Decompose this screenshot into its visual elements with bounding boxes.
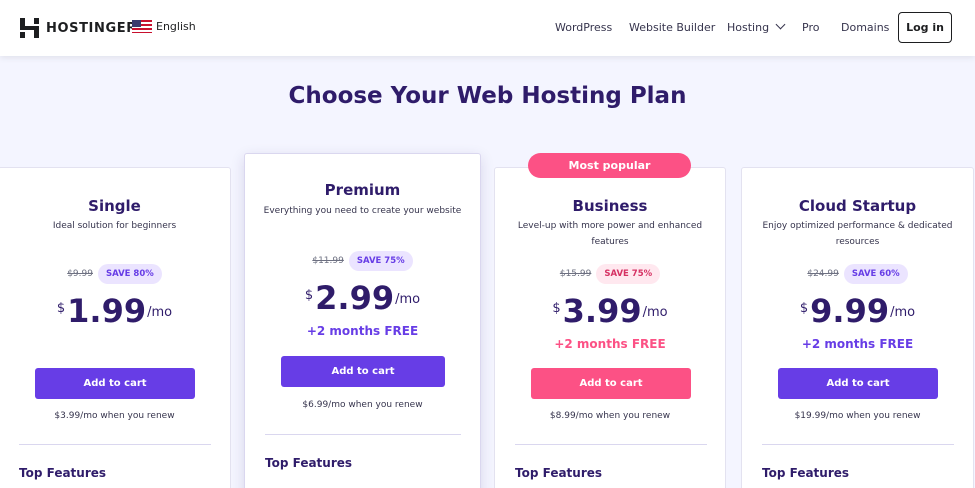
add-to-cart-button[interactable]: Add to cart — [778, 368, 938, 399]
add-to-cart-button[interactable]: Add to cart — [35, 368, 195, 399]
price-period: /mo — [147, 305, 173, 320]
plan-description-line: Enjoy optimized performance & dedicated — [762, 221, 953, 231]
price: $ 9.99 /mo — [742, 294, 973, 328]
bonus-months: +2 months FREE — [306, 324, 419, 338]
nav-pro[interactable]: Pro — [802, 21, 819, 34]
top-features-heading: Top Features — [762, 466, 850, 480]
price-amount: 1.99 — [67, 292, 147, 330]
nav-website-builder[interactable]: Website Builder — [629, 21, 715, 34]
add-to-cart-button[interactable]: Add to cart — [531, 368, 691, 399]
language-label: English — [156, 20, 196, 33]
page-title: Choose Your Web Hosting Plan — [288, 83, 687, 109]
renew-price: $8.99/mo when you renew — [549, 411, 671, 421]
top-features-heading: Top Features — [19, 466, 107, 480]
chevron-down-icon — [775, 19, 786, 30]
site-header: HOSTINGER English WordPress Website Buil… — [0, 0, 975, 56]
old-price: $15.99 — [559, 269, 592, 279]
save-badge: SAVE 75% — [596, 264, 661, 284]
price-amount: 3.99 — [562, 292, 642, 330]
renew-price: $19.99/mo when you renew — [794, 411, 921, 421]
price-amount: 9.99 — [810, 292, 890, 330]
price-period: /mo — [642, 305, 668, 320]
plan-description: Level-up with more power and enhanced fe… — [509, 218, 711, 250]
old-price: $11.99 — [312, 256, 344, 266]
price-currency: $ — [304, 288, 314, 303]
nav-hosting-label: Hosting — [727, 21, 770, 34]
plan-description: Enjoy optimized performance & dedicated … — [756, 218, 959, 250]
price-period: /mo — [890, 305, 916, 320]
plan-card-cloud-startup: Cloud Startup Enjoy optimized performanc… — [741, 167, 974, 488]
price-period: /mo — [395, 292, 421, 307]
plan-name: Premium — [324, 181, 401, 199]
plan-description-line: resources — [835, 237, 880, 247]
divider — [265, 434, 461, 435]
save-badge: SAVE 80% — [97, 264, 162, 284]
divider — [19, 444, 211, 445]
old-price: $9.99 — [67, 269, 93, 279]
plan-description: Ideal solution for beginners — [13, 218, 216, 234]
login-button[interactable]: Log in — [898, 12, 952, 43]
plan-description: Everything you need to create your websi… — [259, 203, 466, 219]
plan-description-line: Level-up with more power and enhanced — [517, 221, 703, 231]
price: $ 2.99 /mo — [245, 281, 480, 315]
plan-name: Cloud Startup — [798, 197, 917, 215]
plan-card-business: Business Level-up with more power and en… — [494, 167, 726, 488]
top-features-heading: Top Features — [515, 466, 603, 480]
plan-description-line: Everything you need to create your websi… — [263, 206, 462, 216]
renew-price: $3.99/mo when you renew — [54, 411, 175, 421]
divider — [762, 444, 954, 445]
price-amount: 2.99 — [315, 279, 395, 317]
bonus-months: +2 months FREE — [554, 337, 666, 351]
plan-card-premium: Premium Everything you need to create yo… — [244, 153, 481, 488]
add-to-cart-button[interactable]: Add to cart — [281, 356, 445, 387]
discount-row: $24.99 SAVE 60% — [742, 264, 973, 284]
logo[interactable]: HOSTINGER — [20, 18, 137, 38]
old-price: $24.99 — [807, 269, 839, 279]
divider — [515, 444, 707, 445]
price: $ 1.99 /mo — [0, 294, 230, 328]
price-currency: $ — [799, 301, 809, 316]
nav-hosting[interactable]: Hosting — [727, 19, 786, 34]
discount-row: $9.99 SAVE 80% — [0, 264, 230, 284]
plan-name: Business — [572, 197, 648, 215]
top-features-heading: Top Features — [265, 456, 353, 470]
logo-text: HOSTINGER — [46, 20, 137, 36]
save-badge: SAVE 60% — [843, 264, 908, 284]
save-badge: SAVE 75% — [348, 251, 413, 271]
most-popular-badge: Most popular — [528, 153, 691, 178]
plan-card-single: Single Ideal solution for beginners $9.9… — [0, 167, 231, 488]
language-selector[interactable]: English — [132, 20, 196, 33]
discount-row: $11.99 SAVE 75% — [245, 251, 480, 271]
discount-row: $15.99 SAVE 75% — [495, 264, 725, 284]
nav-domains[interactable]: Domains — [841, 21, 889, 34]
price: $ 3.99 /mo — [495, 294, 725, 328]
us-flag-icon — [132, 20, 152, 33]
plan-description-line: features — [591, 237, 629, 247]
plan-name: Single — [88, 197, 141, 215]
bonus-months: +2 months FREE — [801, 337, 914, 351]
nav-wordpress[interactable]: WordPress — [555, 21, 612, 34]
price-currency: $ — [56, 301, 66, 316]
renew-price: $6.99/mo when you renew — [302, 400, 423, 410]
price-currency: $ — [552, 301, 561, 316]
plan-description-line: Ideal solution for beginners — [52, 221, 177, 231]
hostinger-logo-icon — [20, 18, 39, 38]
